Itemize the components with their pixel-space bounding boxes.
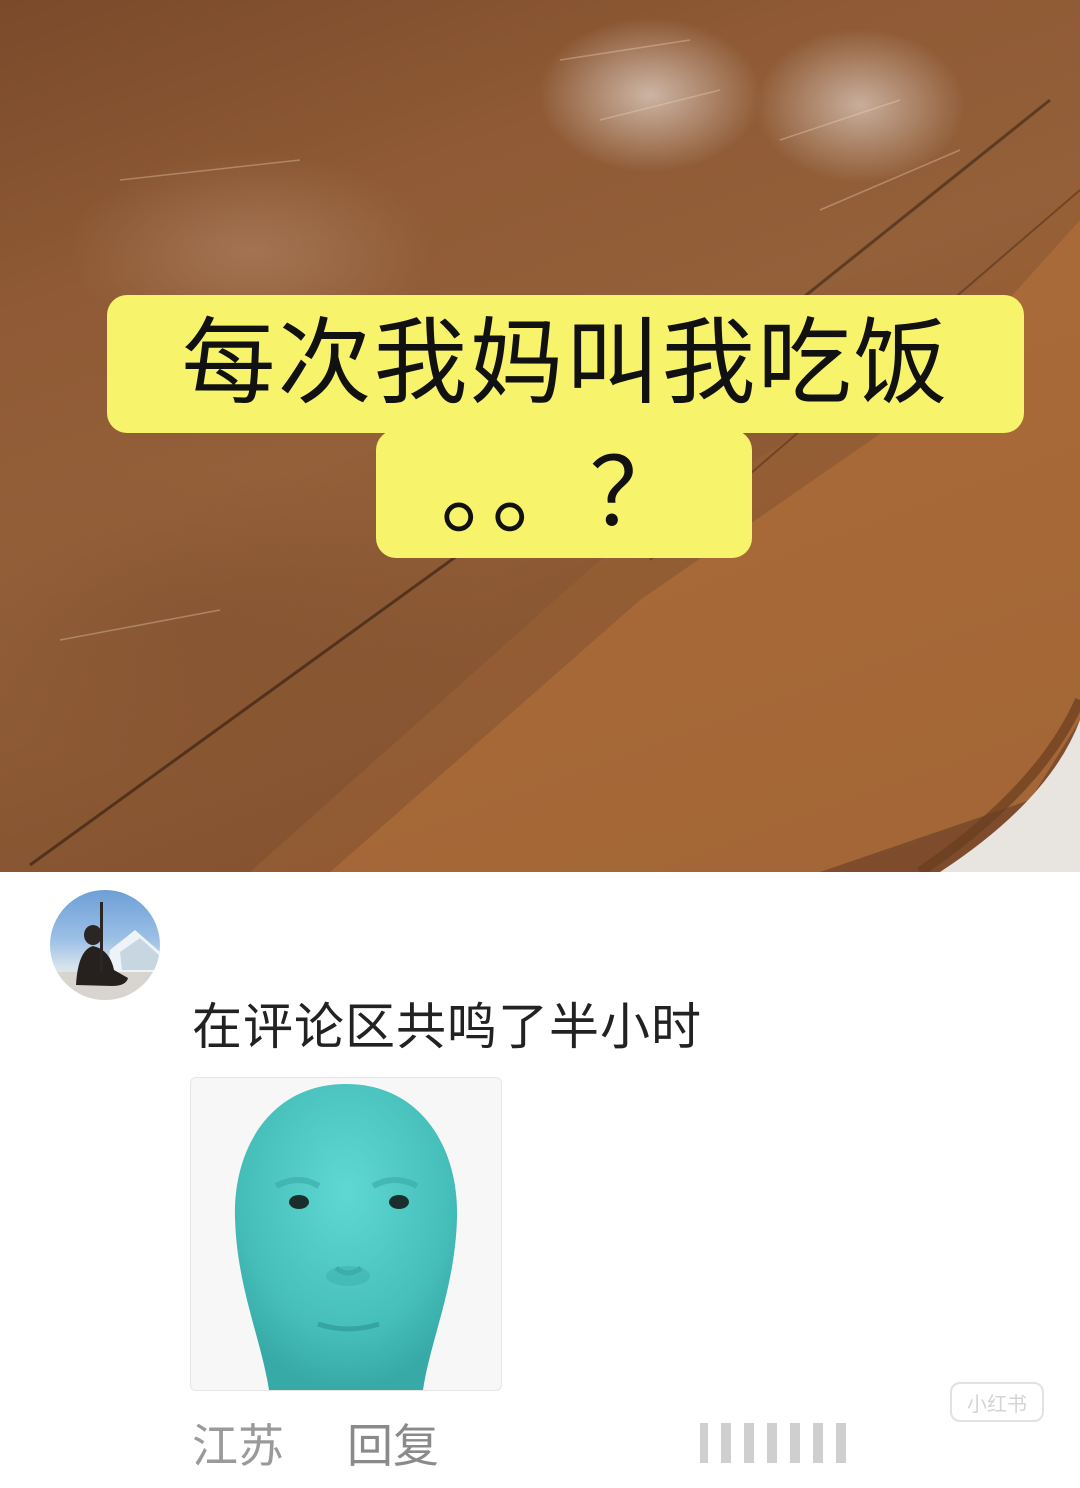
reply-button[interactable]: 回复 [347,1410,439,1476]
watermark-bars [700,1417,846,1463]
post-image[interactable]: 每次我妈叫我吃饭 。。？ [0,0,1080,872]
caption-line-1: 每次我妈叫我吃饭 [107,295,1024,433]
avatar[interactable] [50,890,160,1000]
comment-item: 在评论区共鸣了半小时 江苏 回复 小红书 [0,872,1080,1488]
teal-face-icon [234,1084,458,1390]
sticker-image[interactable] [190,1077,502,1391]
caption-line-2: 。。？ [376,430,752,558]
watermark-logo: 小红书 [950,1382,1044,1422]
comment-text: 在评论区共鸣了半小时 [192,998,702,1056]
comment-location: 江苏 [192,1419,284,1473]
person-silhouette-icon [50,902,160,1000]
